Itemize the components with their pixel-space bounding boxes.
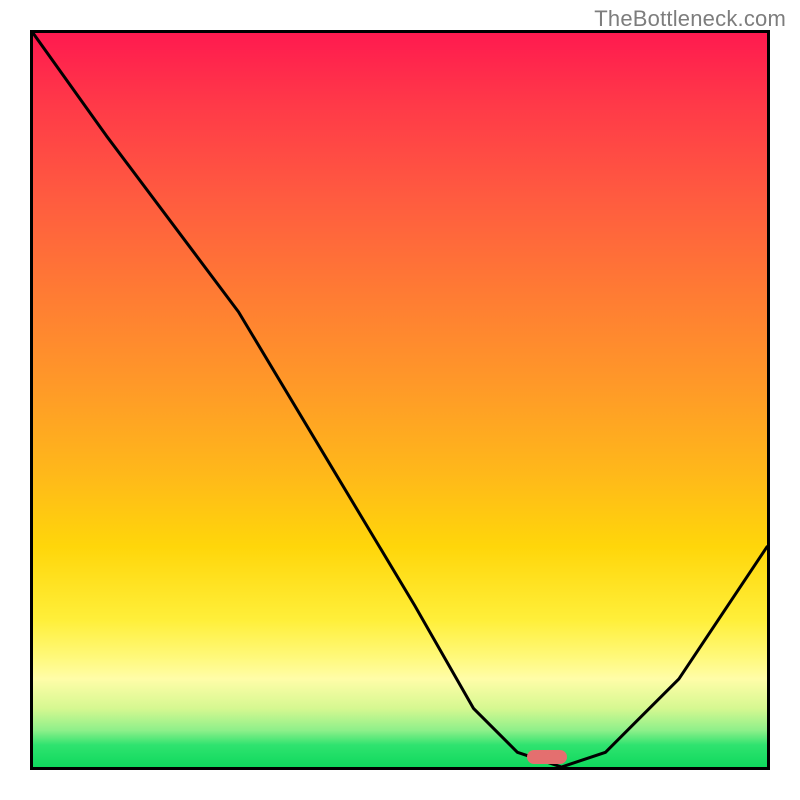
curve-path	[33, 33, 767, 767]
optimal-marker	[527, 750, 567, 764]
plot-area	[30, 30, 770, 770]
chart-stage: TheBottleneck.com	[0, 0, 800, 800]
bottleneck-curve	[33, 33, 767, 767]
watermark-text: TheBottleneck.com	[594, 6, 786, 32]
